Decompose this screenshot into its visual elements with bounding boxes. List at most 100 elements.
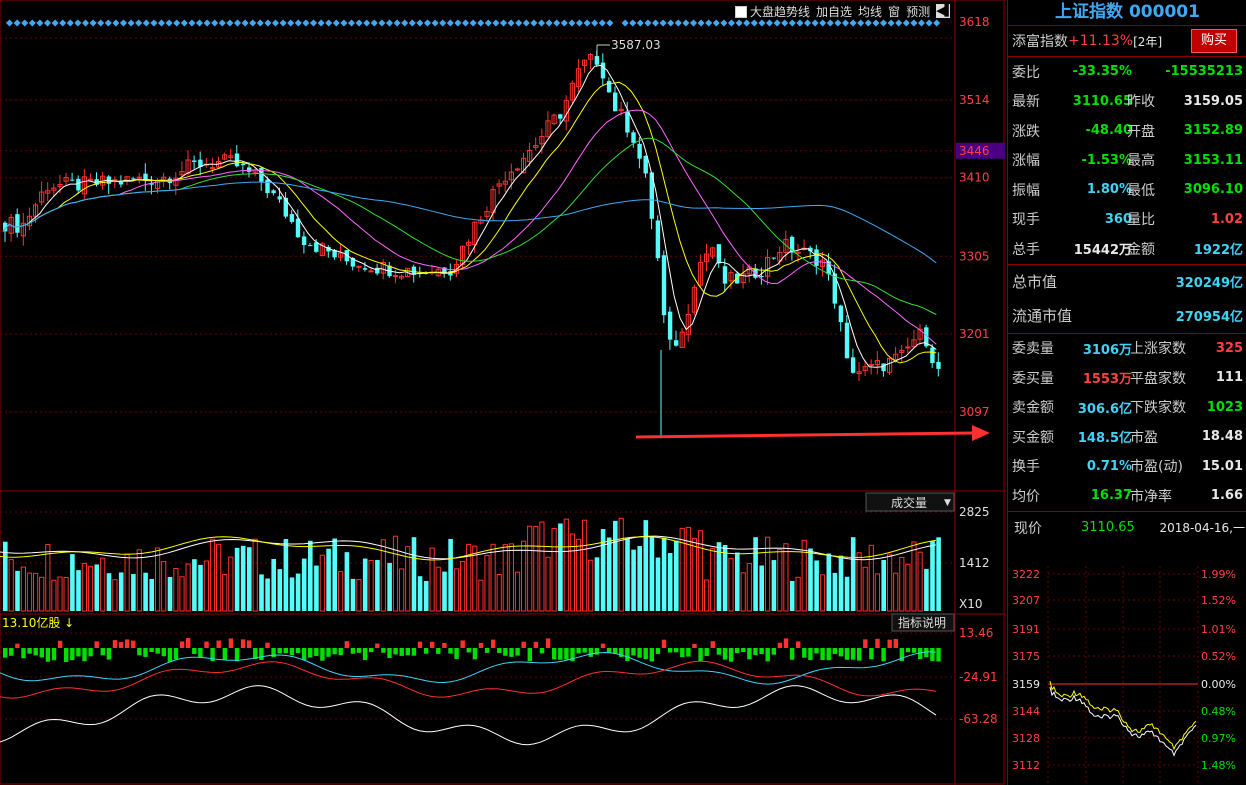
now-date: 2018-04-16,一 <box>1159 521 1245 535</box>
quote-row: 总手 15442万 金额 1922亿 <box>1008 234 1246 264</box>
volume-bar-down <box>106 573 112 611</box>
event-marker-icon <box>66 19 74 27</box>
event-marker-icon <box>507 19 515 27</box>
row-label: 现手 <box>1012 212 1040 229</box>
event-marker-icon <box>234 19 241 27</box>
volume-bar-up <box>710 548 716 612</box>
volume-bar-down <box>881 559 886 611</box>
row-label: 平盘家数 <box>1130 370 1186 387</box>
indicator-bar-up <box>661 639 667 648</box>
volume-unit-label: X10 <box>959 597 983 611</box>
forecast-button[interactable]: 预测 <box>906 3 930 20</box>
event-marker-icon <box>74 19 82 27</box>
candle-down <box>771 257 776 259</box>
indicator-bar-down <box>88 648 93 657</box>
event-marker-icon <box>469 19 477 27</box>
indicator-bar-down <box>930 648 935 661</box>
mini-percent-label: 1.48% <box>1201 759 1236 772</box>
indicator-bar-down <box>716 648 722 655</box>
volume-bar-down <box>417 576 423 611</box>
trend-toggle[interactable]: 大盘趋势线 <box>735 3 810 20</box>
candle-down <box>606 80 612 93</box>
event-markers[interactable] <box>6 19 941 27</box>
indicator-bar-up <box>600 643 606 648</box>
volume-bar-down <box>637 546 642 611</box>
indicator-bar-down <box>283 648 288 654</box>
indicator-bar-down <box>100 648 105 656</box>
peak-annotation: 3587.03 <box>611 38 661 52</box>
candle-up <box>392 275 399 278</box>
row-value: 3106万 <box>1082 342 1132 358</box>
now-label: 现价 <box>1014 520 1042 537</box>
volume-bar-up <box>905 563 911 612</box>
volume-bar-down <box>814 560 819 611</box>
volume-bar-down <box>375 559 380 611</box>
event-marker-icon <box>165 19 173 27</box>
volume-bar-down <box>332 538 337 611</box>
row-value: 15.01 <box>1201 458 1243 474</box>
event-marker-icon <box>849 19 857 27</box>
indicator-bar-down <box>844 648 850 660</box>
indicator-bar-up <box>521 641 526 648</box>
add-favorite-button[interactable]: 加自选 <box>816 3 852 20</box>
event-marker-icon <box>310 19 317 27</box>
volume-bar-up <box>545 556 551 612</box>
event-marker-icon <box>439 19 447 27</box>
ma5-line <box>2 64 937 368</box>
candle-down <box>314 242 319 252</box>
event-marker-icon <box>933 19 941 27</box>
row-label: 涨幅 <box>1012 153 1040 170</box>
volume-bar-up <box>685 526 691 612</box>
price-tick-label: 3618 <box>959 15 990 29</box>
volume-bar-up <box>112 579 118 612</box>
volume-bar-down <box>850 537 856 611</box>
row-value: 15442万 <box>1073 243 1132 259</box>
window-button[interactable]: 窗 <box>888 3 900 20</box>
quote-panel: 上证指数 000001 添富指数 +11.13% [2年] 购买 委比 -33.… <box>1007 0 1246 785</box>
volume-bar-up <box>435 566 441 612</box>
event-marker-icon <box>256 19 264 27</box>
volume-bar-up <box>63 577 69 612</box>
indicator-bar-up <box>344 641 349 648</box>
event-marker-icon <box>370 19 378 27</box>
volume-bar-up <box>496 574 502 612</box>
capital-rows: 总市值 320249亿 流通市值 270954亿 <box>1008 265 1246 334</box>
volume-bar-down <box>259 574 264 611</box>
indicator-bar-up <box>777 642 783 648</box>
volume-bar-down <box>661 537 667 611</box>
collapse-icon[interactable]: ◀▌ <box>936 4 953 18</box>
intraday-chart[interactable]: 3222 1.99% 3207 1.52% 3191 1.01% 3175 0.52% 3159… <box>1008 562 1246 785</box>
kline-chart[interactable]: 3618 3514 3446 3410 3305 3201 3097 2825 1412 X10 1… <box>0 0 1005 785</box>
candle-down <box>674 340 679 346</box>
volume-bar-up <box>87 565 94 612</box>
indicator-bar-up <box>478 642 484 648</box>
event-marker-icon <box>918 19 925 27</box>
volume-bar-up <box>588 559 594 612</box>
capital-row: 流通市值 270954亿 <box>1008 299 1246 333</box>
volume-tick-label: 2825 <box>959 505 990 519</box>
indicator-bar-down <box>356 648 362 653</box>
indicator-bar-up <box>131 640 136 648</box>
mini-price-label: 3159 <box>1012 678 1040 691</box>
candle-down <box>814 249 819 266</box>
event-marker-icon <box>446 19 454 27</box>
mini-percent-label: 0.00% <box>1201 678 1236 691</box>
candle-down <box>283 197 288 217</box>
indicator-bar-up <box>545 638 551 648</box>
event-marker-icon <box>401 19 409 27</box>
volume-bar-down <box>295 573 301 611</box>
mini-price-label: 3207 <box>1012 594 1040 607</box>
indicator-bar-down <box>741 648 746 653</box>
volume-bar-down <box>936 537 941 611</box>
indicator-bar-down <box>295 648 301 654</box>
event-marker-icon <box>340 19 348 27</box>
event-marker-icon <box>408 19 416 27</box>
volume-bar-down <box>625 537 630 611</box>
candle-down <box>838 305 844 323</box>
ma-line-button[interactable]: 均线 <box>858 3 882 20</box>
event-marker-icon <box>188 19 196 27</box>
indicator-bar-down <box>149 648 154 653</box>
tianfu-row: 添富指数 +11.13% [2年] 购买 <box>1008 26 1246 57</box>
buy-button[interactable]: 购买 <box>1191 29 1237 53</box>
indicator-bar-down <box>234 648 240 662</box>
